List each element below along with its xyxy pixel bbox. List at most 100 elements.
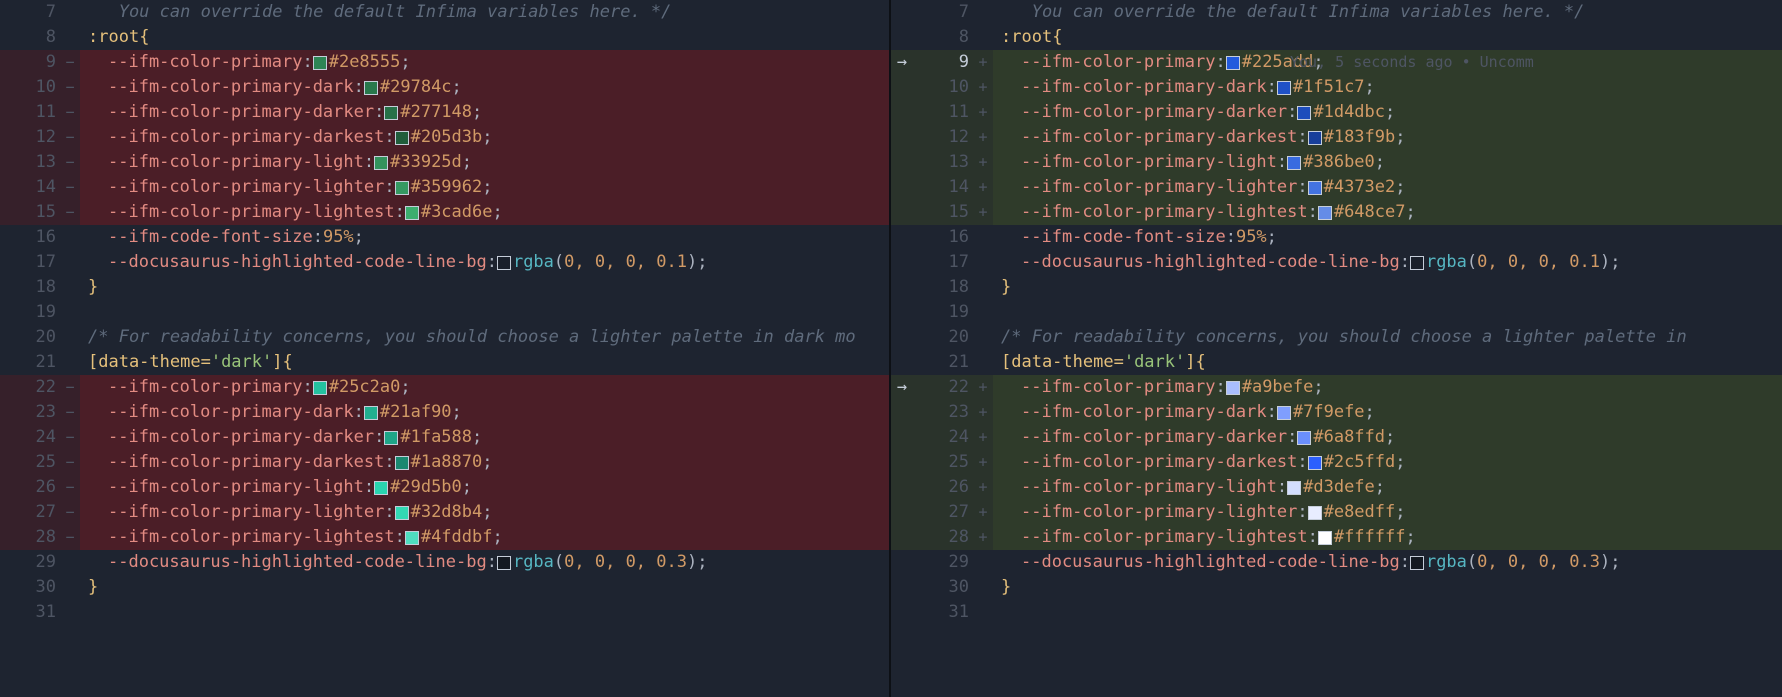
line-number[interactable]: 26 — [913, 475, 973, 500]
code-line[interactable]: 12−--ifm-color-primary-darkest: #205d3b; — [0, 125, 889, 150]
code-content[interactable]: --ifm-color-primary-light: #386be0; — [993, 150, 1782, 175]
code-content[interactable]: --ifm-color-primary-dark: #7f9efe; — [993, 400, 1782, 425]
code-content[interactable]: --ifm-color-primary-lightest: #ffffff; — [993, 525, 1782, 550]
code-line[interactable]: 28+--ifm-color-primary-lightest: #ffffff… — [891, 525, 1782, 550]
code-line[interactable]: 13+--ifm-color-primary-light: #386be0; — [891, 150, 1782, 175]
code-line[interactable]: 12+--ifm-color-primary-darkest: #183f9b; — [891, 125, 1782, 150]
line-number[interactable]: 28 — [0, 525, 60, 550]
code-line[interactable]: 13−--ifm-color-primary-light: #33925d; — [0, 150, 889, 175]
code-content[interactable]: --docusaurus-highlighted-code-line-bg: r… — [993, 550, 1782, 575]
code-content[interactable]: :root { — [80, 25, 889, 50]
line-number[interactable]: 16 — [0, 225, 60, 250]
code-content[interactable]: --ifm-color-primary-light: #29d5b0; — [80, 475, 889, 500]
line-number[interactable]: 15 — [913, 200, 973, 225]
line-number[interactable]: 16 — [913, 225, 973, 250]
code-line[interactable]: 18} — [0, 275, 889, 300]
code-line[interactable]: 29--docusaurus-highlighted-code-line-bg:… — [0, 550, 889, 575]
line-number[interactable]: 24 — [0, 425, 60, 450]
code-line[interactable]: 23+--ifm-color-primary-dark: #7f9efe; — [891, 400, 1782, 425]
code-line[interactable]: 10−--ifm-color-primary-dark: #29784c; — [0, 75, 889, 100]
code-line[interactable]: 8 :root { — [0, 25, 889, 50]
code-line[interactable]: 24+--ifm-color-primary-darker: #6a8ffd; — [891, 425, 1782, 450]
code-line[interactable]: 22−--ifm-color-primary: #25c2a0; — [0, 375, 889, 400]
code-line[interactable]: 23−--ifm-color-primary-dark: #21af90; — [0, 400, 889, 425]
code-content[interactable]: --ifm-color-primary-dark: #1f51c7; — [993, 75, 1782, 100]
line-number[interactable]: 23 — [0, 400, 60, 425]
code-content[interactable]: --ifm-color-primary-lighter: #4373e2; — [993, 175, 1782, 200]
code-line[interactable]: 25+--ifm-color-primary-darkest: #2c5ffd; — [891, 450, 1782, 475]
code-line[interactable]: 18} — [891, 275, 1782, 300]
code-content[interactable]: --ifm-color-primary-lighter: #e8edff; — [993, 500, 1782, 525]
code-line[interactable]: 7 You can override the default Infima va… — [891, 0, 1782, 25]
code-content[interactable]: --ifm-color-primary-darker: #277148; — [80, 100, 889, 125]
diff-pane-modified[interactable]: You, 5 seconds ago • Uncomm 7 You can ov… — [891, 0, 1782, 697]
line-number[interactable]: 21 — [0, 350, 60, 375]
line-number[interactable]: 18 — [913, 275, 973, 300]
line-number[interactable]: 12 — [0, 125, 60, 150]
line-number[interactable]: 7 — [0, 0, 60, 25]
line-number[interactable]: 13 — [0, 150, 60, 175]
line-number[interactable]: 15 — [0, 200, 60, 225]
code-content[interactable]: --ifm-color-primary-darkest: #205d3b; — [80, 125, 889, 150]
code-line[interactable]: 30} — [891, 575, 1782, 600]
code-content[interactable]: --ifm-color-primary-darkest: #183f9b; — [993, 125, 1782, 150]
line-number[interactable]: 8 — [913, 25, 973, 50]
code-content[interactable]: You can override the default Infima vari… — [993, 0, 1782, 25]
line-number[interactable]: 13 — [913, 150, 973, 175]
code-content[interactable]: --ifm-color-primary-darkest: #2c5ffd; — [993, 450, 1782, 475]
code-content[interactable] — [993, 300, 1782, 325]
line-number[interactable]: 17 — [0, 250, 60, 275]
line-number[interactable]: 27 — [913, 500, 973, 525]
code-content[interactable]: --docusaurus-highlighted-code-line-bg: r… — [80, 250, 889, 275]
code-line[interactable]: 15−--ifm-color-primary-lightest: #3cad6e… — [0, 200, 889, 225]
code-content[interactable]: [data-theme='dark'] { — [993, 350, 1782, 375]
line-number[interactable]: 31 — [0, 600, 60, 625]
line-number[interactable]: 18 — [0, 275, 60, 300]
code-content[interactable] — [80, 600, 889, 625]
code-content[interactable]: --ifm-code-font-size: 95%; — [993, 225, 1782, 250]
code-content[interactable]: --ifm-color-primary: #a9befe; — [993, 375, 1782, 400]
line-number[interactable]: 20 — [913, 325, 973, 350]
line-number[interactable]: 19 — [0, 300, 60, 325]
line-number[interactable]: 8 — [0, 25, 60, 50]
line-number[interactable]: 9 — [913, 50, 973, 75]
code-line[interactable]: 17 --docusaurus-highlighted-code-line-bg:… — [0, 250, 889, 275]
code-content[interactable]: --ifm-color-primary-darker: #1fa588; — [80, 425, 889, 450]
code-content[interactable]: --docusaurus-highlighted-code-line-bg: r… — [993, 250, 1782, 275]
code-line[interactable]: 31 — [0, 600, 889, 625]
line-number[interactable]: 14 — [0, 175, 60, 200]
code-content[interactable]: } — [993, 275, 1782, 300]
code-content[interactable]: --ifm-code-font-size: 95%; — [80, 225, 889, 250]
line-number[interactable]: 10 — [913, 75, 973, 100]
line-number[interactable]: 30 — [913, 575, 973, 600]
code-line[interactable]: 14−--ifm-color-primary-lighter: #359962; — [0, 175, 889, 200]
line-number[interactable]: 7 — [913, 0, 973, 25]
code-line[interactable]: 15+--ifm-color-primary-lightest: #648ce7… — [891, 200, 1782, 225]
code-content[interactable]: --ifm-color-primary-light: #d3defe; — [993, 475, 1782, 500]
line-number[interactable]: 11 — [913, 100, 973, 125]
line-number[interactable]: 19 — [913, 300, 973, 325]
revert-arrow-icon[interactable]: → — [891, 50, 913, 75]
line-number[interactable]: 27 — [0, 500, 60, 525]
code-line[interactable]: 25−--ifm-color-primary-darkest: #1a8870; — [0, 450, 889, 475]
line-number[interactable]: 26 — [0, 475, 60, 500]
line-number[interactable]: 29 — [913, 550, 973, 575]
code-line[interactable]: 14+--ifm-color-primary-lighter: #4373e2; — [891, 175, 1782, 200]
line-number[interactable]: 20 — [0, 325, 60, 350]
code-line[interactable]: 27−--ifm-color-primary-lighter: #32d8b4; — [0, 500, 889, 525]
line-number[interactable]: 9 — [0, 50, 60, 75]
line-number[interactable]: 22 — [0, 375, 60, 400]
diff-pane-original[interactable]: 7 You can override the default Infima va… — [0, 0, 891, 697]
code-line[interactable]: 17--docusaurus-highlighted-code-line-bg:… — [891, 250, 1782, 275]
code-line[interactable]: 20 /* For readability concerns, you shoul… — [0, 325, 889, 350]
code-line[interactable]: 28−--ifm-color-primary-lightest: #4fddbf… — [0, 525, 889, 550]
code-content[interactable]: --ifm-color-primary-dark: #21af90; — [80, 400, 889, 425]
code-content[interactable]: } — [80, 275, 889, 300]
line-number[interactable]: 23 — [913, 400, 973, 425]
code-content[interactable]: /* For readability concerns, you should … — [80, 325, 889, 350]
code-line[interactable]: 19 — [0, 300, 889, 325]
code-content[interactable]: --docusaurus-highlighted-code-line-bg: r… — [80, 550, 889, 575]
line-number[interactable]: 31 — [913, 600, 973, 625]
line-number[interactable]: 30 — [0, 575, 60, 600]
line-number[interactable]: 10 — [0, 75, 60, 100]
